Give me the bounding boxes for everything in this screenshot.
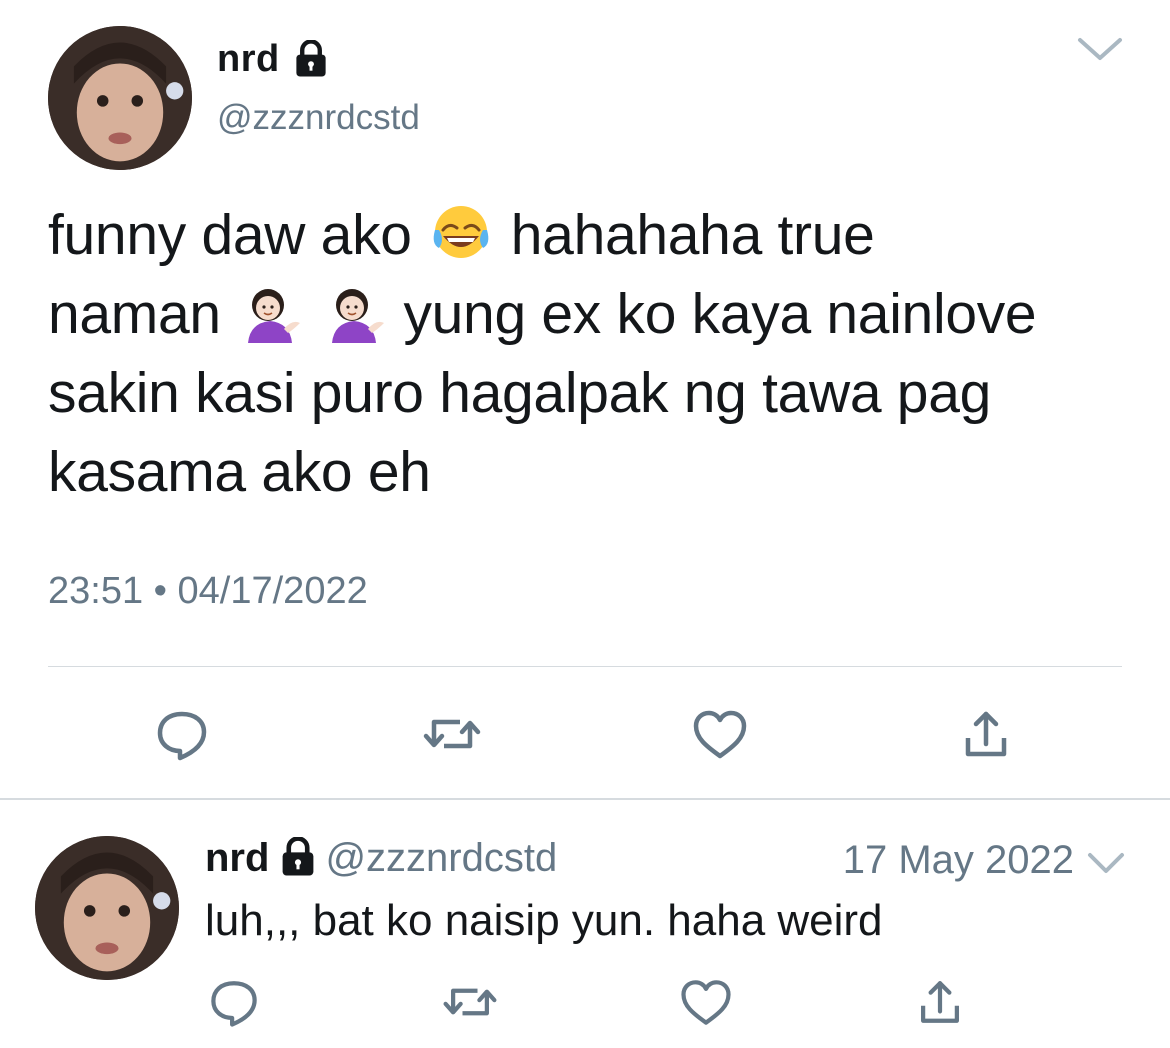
like-button[interactable] <box>676 972 736 1032</box>
heart-icon <box>681 980 731 1025</box>
reply-button[interactable] <box>150 702 214 766</box>
chevron-down-icon[interactable] <box>1086 850 1126 876</box>
divider <box>48 666 1122 667</box>
tweet-date: 04/17/2022 <box>177 570 368 612</box>
heart-icon <box>693 710 747 759</box>
tweet-time: 23:51 <box>48 570 144 612</box>
divider <box>0 798 1170 800</box>
tweet-text-line-1: funny daw ako hahahaha true <box>48 196 1138 275</box>
lock-icon <box>293 39 329 78</box>
meta-separator: • <box>153 570 167 612</box>
tweet-text-segment: kasama ako eh <box>48 440 431 504</box>
information-desk-person-icon <box>322 279 386 343</box>
tweet-text-segment: hahahaha true <box>510 203 875 267</box>
reply-text: luh,,, bat ko naisip yun. haha weird <box>205 896 883 945</box>
reply-button[interactable] <box>204 972 264 1032</box>
share-icon <box>965 711 1007 757</box>
tweet-text-line-2: naman yung ex ko kaya nainlove <box>48 275 1138 354</box>
reply-icon <box>157 711 207 761</box>
retweet-icon <box>423 719 481 749</box>
tweet-text: funny daw ako hahahaha true naman yung e… <box>48 196 1138 512</box>
reply-date[interactable]: 17 May 2022 <box>843 838 1074 883</box>
share-button[interactable] <box>910 972 970 1032</box>
reply-author-handle[interactable]: @zzznrdcstd <box>325 836 557 880</box>
information-desk-person-icon <box>238 279 302 343</box>
reply-author-name[interactable]: nrd <box>205 836 269 880</box>
tweet-text-line-3: sakin kasi puro hagalpak ng tawa pag <box>48 354 1138 433</box>
avatar-face <box>35 836 179 980</box>
tweet-text-segment: funny daw ako <box>48 203 412 267</box>
reply-header: nrd @zzznrdcstd <box>205 836 557 881</box>
face-with-tears-of-joy-icon <box>429 200 493 264</box>
tweet-timestamp[interactable]: 23:51 • 04/17/2022 <box>48 570 368 613</box>
tweet-text-segment: naman <box>48 282 221 346</box>
tweet-text-segment: yung ex ko kaya nainlove <box>403 282 1037 346</box>
share-icon <box>921 981 959 1023</box>
share-button[interactable] <box>954 702 1018 766</box>
lock-icon <box>279 836 317 877</box>
author-handle[interactable]: @zzznrdcstd <box>217 98 420 138</box>
avatar-face <box>48 26 192 170</box>
tweet-text-line-4: kasama ako eh <box>48 433 1138 512</box>
reply-author-avatar[interactable] <box>35 836 179 980</box>
retweet-button[interactable] <box>420 702 484 766</box>
like-button[interactable] <box>688 702 752 766</box>
chevron-down-icon[interactable] <box>1076 34 1124 64</box>
tweet-text-segment: sakin kasi puro hagalpak ng tawa pag <box>48 361 992 425</box>
author-name[interactable]: nrd <box>217 38 280 81</box>
author-avatar[interactable] <box>48 26 192 170</box>
retweet-button[interactable] <box>440 972 500 1032</box>
retweet-icon <box>443 988 497 1016</box>
reply-icon <box>211 981 257 1027</box>
